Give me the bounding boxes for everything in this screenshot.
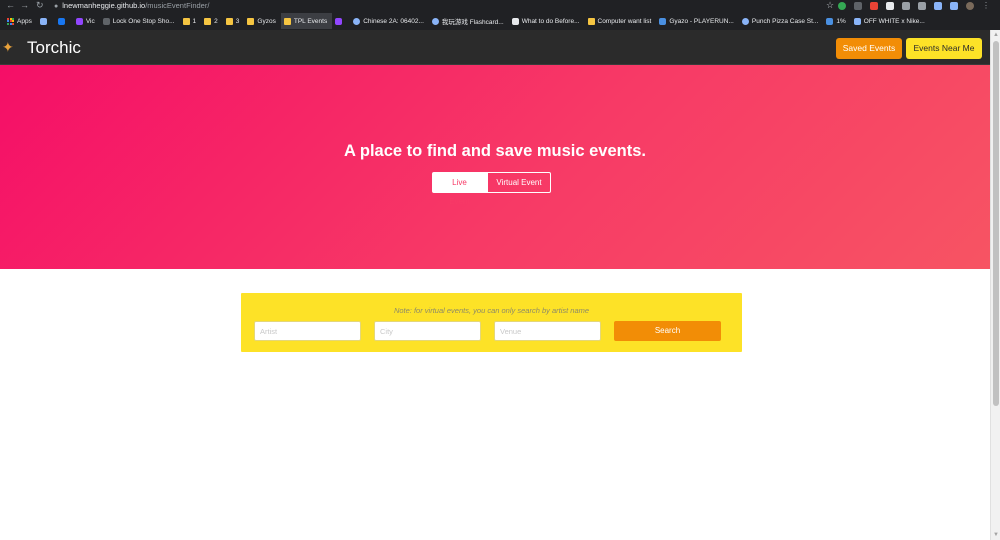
url-bar[interactable]: ● lnewmanheggie.github.io/musicEventFinde… bbox=[54, 0, 209, 11]
bookmark-label: OFF WHITE x Nike... bbox=[863, 17, 925, 25]
bookmark-item[interactable]: Lock One Stop Sho... bbox=[100, 13, 180, 29]
folder-icon bbox=[182, 17, 190, 25]
lock-icon: ● bbox=[54, 3, 59, 10]
bookmark-item[interactable]: 3 bbox=[223, 13, 245, 29]
page-scrollbar[interactable]: ▲ ▼ bbox=[990, 30, 1000, 540]
bookmark-item[interactable] bbox=[332, 13, 350, 29]
lock-shop-icon bbox=[102, 17, 110, 25]
s-circle-icon bbox=[353, 17, 361, 25]
bookmark-item[interactable]: Gyzos bbox=[244, 13, 280, 29]
bookmark-item[interactable]: TPL Events bbox=[280, 13, 333, 29]
extension-icon[interactable] bbox=[918, 1, 926, 10]
bookmark-item[interactable]: Computer want list bbox=[585, 13, 657, 29]
address-bar-row: ← → ↻ ● lnewmanheggie.github.io/musicEven… bbox=[0, 0, 1000, 11]
globe-icon bbox=[741, 17, 749, 25]
q-circle-icon bbox=[431, 17, 439, 25]
artist-input[interactable] bbox=[254, 321, 361, 341]
folder-icon bbox=[587, 17, 595, 25]
url-path: /musicEventFinder/ bbox=[145, 1, 210, 10]
folder-icon bbox=[225, 17, 233, 25]
extension-icon[interactable] bbox=[902, 1, 910, 10]
virtual-search-note: Note: for virtual events, you can only s… bbox=[393, 306, 590, 315]
virtual-event-button[interactable]: Virtual Event bbox=[487, 172, 551, 193]
twitch-icon bbox=[75, 17, 83, 25]
city-input[interactable] bbox=[374, 321, 481, 341]
bookmark-item[interactable]: 1% bbox=[823, 13, 850, 29]
scrollbar-thumb[interactable] bbox=[993, 41, 999, 406]
url-host: lnewmanheggie.github.io bbox=[62, 1, 146, 10]
reload-icon[interactable]: ↻ bbox=[36, 0, 44, 11]
torchic-logo-icon: ✦ bbox=[2, 39, 14, 55]
extension-icon[interactable] bbox=[950, 1, 958, 10]
bookmark-item[interactable]: Punch Pizza Case St... bbox=[739, 13, 823, 29]
saved-events-button[interactable]: Saved Events bbox=[836, 38, 902, 59]
search-button[interactable]: Search bbox=[614, 321, 721, 341]
extensions-bar: ⋮ bbox=[838, 0, 990, 11]
twitch-icon bbox=[335, 17, 343, 25]
extension-icon[interactable] bbox=[870, 1, 878, 10]
bookmark-item[interactable]: Vic bbox=[73, 13, 100, 29]
forward-icon[interactable]: → bbox=[20, 0, 29, 11]
bookmark-item[interactable]: Gyazo - PLAYERUN... bbox=[656, 13, 739, 29]
bookmark-label: 1% bbox=[836, 17, 846, 25]
hero-banner: A place to find and save music events. L… bbox=[0, 65, 990, 269]
folder-icon bbox=[247, 17, 255, 25]
bookmark-label: Apps bbox=[17, 17, 32, 25]
bookmark-label: What to do Before... bbox=[521, 17, 580, 25]
back-icon[interactable]: ← bbox=[6, 0, 15, 11]
brand-title[interactable]: Torchic bbox=[27, 38, 81, 58]
bookmark-item[interactable] bbox=[55, 13, 73, 29]
search-panel: Note: for virtual events, you can only s… bbox=[241, 293, 742, 352]
bookmark-item[interactable]: 我玩游戏 Flashcard... bbox=[429, 13, 509, 29]
bookmark-label: Gyzos bbox=[257, 17, 276, 25]
extension-icon[interactable] bbox=[934, 1, 942, 10]
browser-chrome: ← → ↻ ● lnewmanheggie.github.io/musicEven… bbox=[0, 0, 1000, 30]
menu-dots-icon[interactable]: ⋮ bbox=[982, 1, 990, 10]
bookmark-item[interactable]: Apps bbox=[4, 13, 37, 29]
bookmark-label: 1 bbox=[192, 17, 197, 25]
scroll-up-arrow-icon[interactable]: ▲ bbox=[993, 32, 999, 38]
apps-grid-icon bbox=[7, 17, 14, 25]
gyazo-icon bbox=[659, 17, 667, 25]
feather-icon bbox=[39, 17, 47, 25]
folder-icon bbox=[283, 17, 291, 25]
hero-title: A place to find and save music events. bbox=[344, 142, 646, 160]
bookmark-label: 我玩游戏 Flashcard... bbox=[441, 19, 504, 26]
bookmark-label: Lock One Stop Sho... bbox=[112, 17, 175, 25]
bookmark-label: 2 bbox=[214, 17, 218, 25]
bookmark-item[interactable] bbox=[37, 13, 55, 29]
scroll-down-arrow-icon[interactable]: ▼ bbox=[993, 532, 999, 538]
page-icon bbox=[511, 17, 519, 25]
bookmark-label: Punch Pizza Case St... bbox=[751, 17, 819, 25]
bookmark-label: Chinese 2A: 06402... bbox=[363, 17, 424, 25]
bookmark-item[interactable]: 1 bbox=[180, 13, 202, 29]
bookmark-label: Computer want list bbox=[597, 17, 652, 25]
bookmark-label: Gyazo - PLAYERUN... bbox=[669, 17, 734, 25]
facebook-icon bbox=[57, 17, 65, 25]
events-near-me-button[interactable]: Events Near Me bbox=[906, 38, 982, 59]
bookmark-label: 3 bbox=[235, 17, 240, 25]
event-type-toggle: Live Event Virtual Event bbox=[432, 172, 551, 206]
venue-input[interactable] bbox=[494, 321, 601, 341]
bookmark-star-icon[interactable]: ☆ bbox=[826, 0, 834, 11]
profile-avatar[interactable] bbox=[966, 1, 974, 10]
bookmark-item[interactable]: 2 bbox=[201, 13, 223, 29]
bookmark-label: TPL Events bbox=[293, 17, 328, 25]
folder-icon bbox=[204, 17, 212, 25]
bookmark-item[interactable]: Chinese 2A: 06402... bbox=[350, 13, 429, 29]
extension-icon[interactable] bbox=[838, 1, 846, 10]
image-icon bbox=[853, 17, 861, 25]
live-event-button[interactable]: Live Event bbox=[432, 172, 487, 206]
site-navbar: ✦ Torchic Saved Events Events Near Me bbox=[0, 30, 990, 65]
extension-icon[interactable] bbox=[854, 1, 862, 10]
extension-icon[interactable] bbox=[886, 1, 894, 10]
bookmark-label: Vic bbox=[85, 17, 95, 25]
gyazo-icon bbox=[826, 17, 834, 25]
bookmark-item[interactable]: What to do Before... bbox=[509, 13, 585, 29]
bookmark-item[interactable]: OFF WHITE x Nike... bbox=[851, 13, 930, 29]
bookmarks-bar: Apps Vic Lock One Stop Sho... 1 2 3 Gyzos TPL E… bbox=[0, 13, 1000, 29]
